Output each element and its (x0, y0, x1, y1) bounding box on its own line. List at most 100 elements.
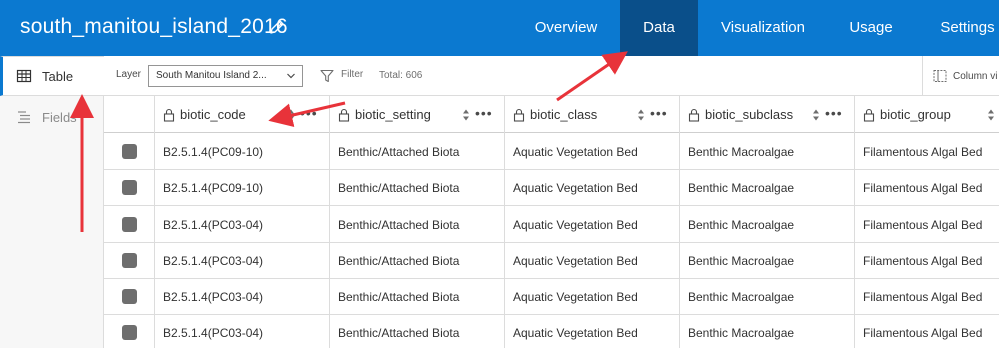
table-cell: Benthic/Attached Biota (330, 206, 505, 243)
row-select-checkbox[interactable] (122, 253, 137, 268)
row-select-checkbox[interactable] (122, 217, 137, 232)
row-select-cell[interactable] (104, 314, 155, 348)
lock-icon (863, 108, 875, 122)
table-cell: Benthic Macroalgae (680, 242, 855, 279)
column-menu-icon[interactable]: ••• (825, 106, 843, 120)
table-cell: Benthic Macroalgae (680, 133, 855, 170)
column-menu-icon[interactable]: ••• (300, 106, 318, 120)
table-cell: B2.5.1.4(PC03-04) (155, 314, 330, 348)
tab-data[interactable]: Data (620, 0, 698, 56)
column-label: biotic_group (880, 107, 951, 122)
table-cell: Aquatic Vegetation Bed (505, 278, 680, 315)
row-select-checkbox[interactable] (122, 180, 137, 195)
column-visibility-button[interactable]: Column vi (922, 56, 999, 96)
table-cell: Aquatic Vegetation Bed (505, 314, 680, 348)
top-header: south_manitou_island_2016 Overview Data … (0, 0, 999, 56)
row-select-checkbox[interactable] (122, 325, 137, 340)
fields-icon (18, 111, 30, 124)
table-cell: Benthic/Attached Biota (330, 133, 505, 170)
table-row[interactable]: B2.5.1.4(PC03-04) Benthic/Attached Biota… (104, 206, 999, 243)
table-row[interactable]: B2.5.1.4(PC09-10) Benthic/Attached Biota… (104, 133, 999, 170)
row-select-cell[interactable] (104, 206, 155, 243)
table-cell: B2.5.1.4(PC09-10) (155, 169, 330, 206)
table-row[interactable]: B2.5.1.4(PC03-04) Benthic/Attached Biota… (104, 242, 999, 279)
sort-icon[interactable] (286, 108, 296, 122)
column-menu-icon[interactable]: ••• (650, 106, 668, 120)
lock-icon (688, 108, 700, 122)
sidebar-item-label: Table (42, 68, 74, 84)
row-select-cell[interactable] (104, 242, 155, 279)
table-cell: Filamentous Algal Bed (863, 180, 983, 195)
table-cell: Benthic Macroalgae (680, 169, 855, 206)
column-visibility-label: Column vi (953, 70, 998, 82)
table-cell: B2.5.1.4(PC03-04) (155, 278, 330, 315)
app-window: south_manitou_island_2016 Overview Data … (0, 0, 999, 348)
chevron-down-icon (287, 73, 295, 79)
column-header-biotic-code[interactable]: biotic_code ••• (155, 96, 330, 133)
column-menu-icon[interactable]: ••• (475, 106, 493, 120)
layer-label: Layer (116, 69, 142, 80)
column-label: biotic_class (530, 107, 598, 122)
tab-overview[interactable]: Overview (520, 0, 612, 56)
table-cell: Benthic Macroalgae (680, 278, 855, 315)
layer-select-value: South Manitou Island 2... (156, 70, 267, 81)
sort-icon[interactable] (986, 108, 996, 122)
sidebar-item-table[interactable]: Table (0, 56, 104, 96)
table-cell: Filamentous Algal Bed (863, 289, 983, 304)
edit-pencil-icon[interactable] (268, 18, 286, 36)
data-table: biotic_code ••• biotic_setting ••• bioti… (104, 96, 999, 348)
left-sidebar: Table Fields (0, 56, 104, 348)
tab-visualization[interactable]: Visualization (708, 0, 818, 56)
columns-icon (933, 70, 947, 82)
sort-icon[interactable] (811, 108, 821, 122)
row-select-checkbox[interactable] (122, 289, 137, 304)
lock-icon (513, 108, 525, 122)
table-cell: Filamentous Algal Bed (863, 217, 983, 232)
layer-select[interactable]: South Manitou Island 2... (148, 65, 303, 87)
column-header-biotic-group[interactable]: biotic_group (855, 96, 999, 133)
sort-icon[interactable] (636, 108, 646, 122)
lock-icon (163, 108, 175, 122)
table-cell: Filamentous Algal Bed (863, 325, 983, 340)
table-cell: Aquatic Vegetation Bed (505, 206, 680, 243)
table-cell: Benthic/Attached Biota (330, 242, 505, 279)
column-header-biotic-setting[interactable]: biotic_setting ••• (330, 96, 505, 133)
column-label: biotic_code (180, 107, 246, 122)
table-row[interactable]: B2.5.1.4(PC03-04) Benthic/Attached Biota… (104, 314, 999, 348)
page-title: south_manitou_island_2016 (20, 15, 288, 38)
row-select-cell[interactable] (104, 169, 155, 206)
row-select-cell[interactable] (104, 278, 155, 315)
sidebar-item-fields[interactable]: Fields (0, 97, 104, 137)
table-header-row: biotic_code ••• biotic_setting ••• bioti… (104, 96, 999, 133)
table-row[interactable]: B2.5.1.4(PC03-04) Benthic/Attached Biota… (104, 278, 999, 315)
tab-settings[interactable]: Settings (930, 0, 999, 56)
column-header-biotic-class[interactable]: biotic_class ••• (505, 96, 680, 133)
table-cell: Aquatic Vegetation Bed (505, 169, 680, 206)
table-cell: Benthic/Attached Biota (330, 314, 505, 348)
total-count: Total: 606 (379, 70, 423, 81)
column-header-biotic-subclass[interactable]: biotic_subclass ••• (680, 96, 855, 133)
sort-icon[interactable] (461, 108, 471, 122)
table-cell: Benthic Macroalgae (680, 206, 855, 243)
table-cell: Aquatic Vegetation Bed (505, 242, 680, 279)
table-icon (16, 69, 32, 83)
table-row[interactable]: B2.5.1.4(PC09-10) Benthic/Attached Biota… (104, 169, 999, 206)
table-cell: Benthic/Attached Biota (330, 169, 505, 206)
filter-button[interactable]: Filter (341, 69, 363, 80)
table-cell: B2.5.1.4(PC09-10) (155, 133, 330, 170)
table-cell: Aquatic Vegetation Bed (505, 133, 680, 170)
table-cell: B2.5.1.4(PC03-04) (155, 206, 330, 243)
table-cell: Filamentous Algal Bed (863, 253, 983, 268)
filter-icon[interactable] (320, 69, 334, 83)
table-cell: Benthic Macroalgae (680, 314, 855, 348)
column-label: biotic_subclass (705, 107, 794, 122)
lock-icon (338, 108, 350, 122)
row-select-checkbox[interactable] (122, 144, 137, 159)
row-select-cell[interactable] (104, 133, 155, 170)
table-cell: B2.5.1.4(PC03-04) (155, 242, 330, 279)
table-cell: Benthic/Attached Biota (330, 278, 505, 315)
table-cell: Filamentous Algal Bed (863, 144, 983, 159)
select-column-header (104, 96, 155, 133)
tab-usage[interactable]: Usage (836, 0, 906, 56)
sidebar-item-label: Fields (42, 109, 77, 125)
